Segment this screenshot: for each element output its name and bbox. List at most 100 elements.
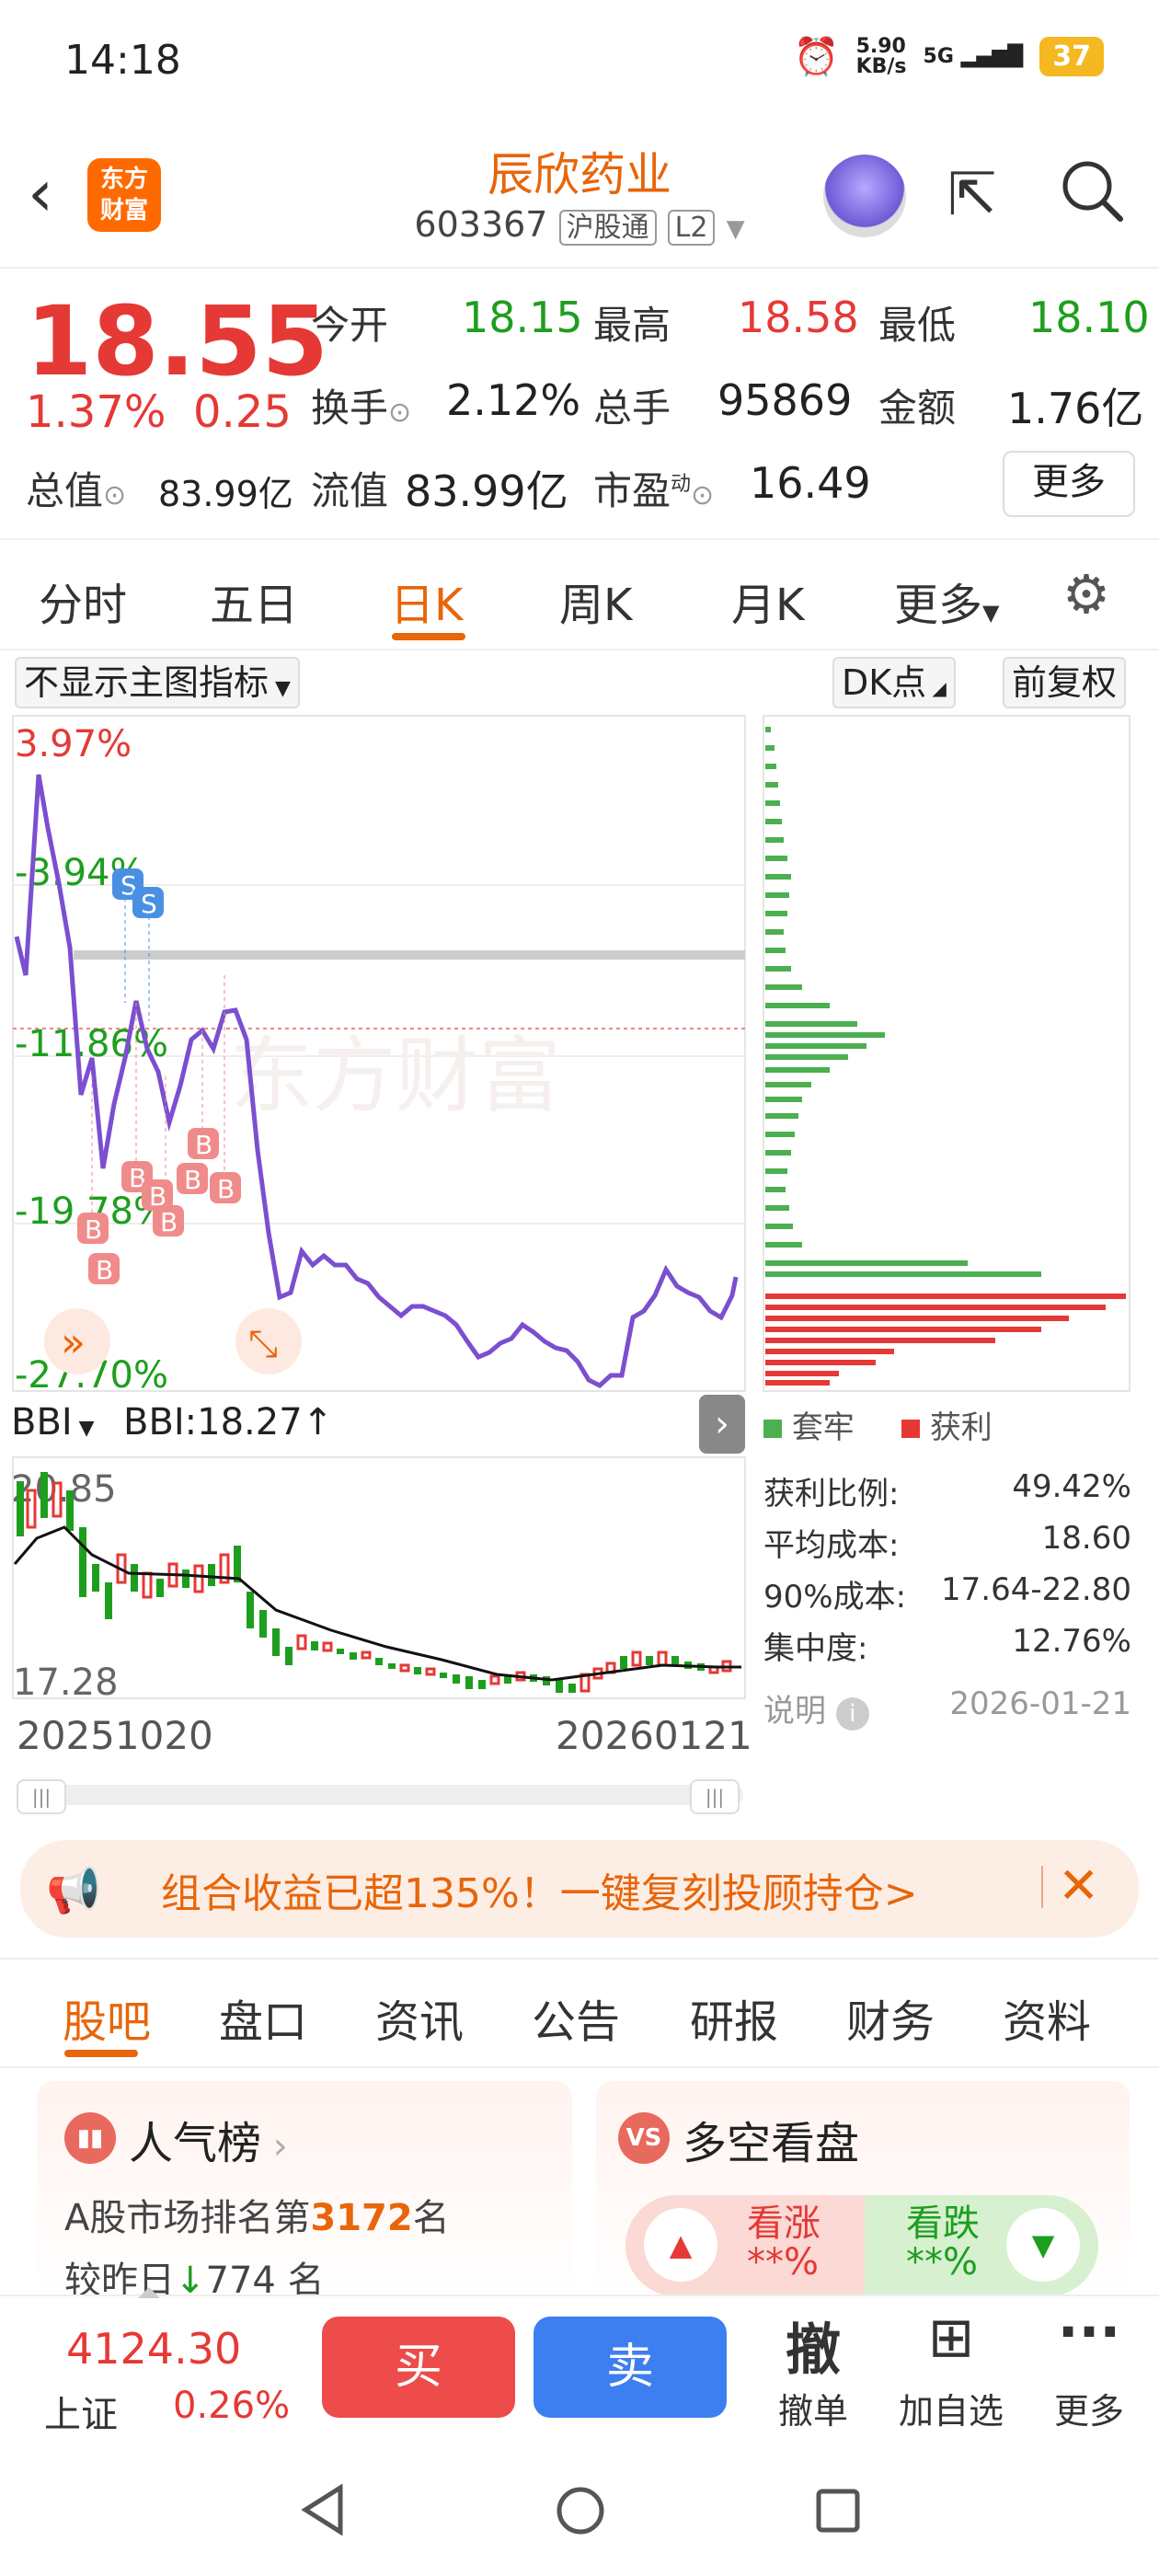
sell-marker: S	[141, 889, 157, 919]
chip-note[interactable]: 说明 i	[763, 1685, 869, 1731]
index-name[interactable]: 上证	[44, 2385, 118, 2438]
tab-week-k[interactable]: 周K	[559, 569, 632, 633]
tab-profile[interactable]: 资料	[1003, 1985, 1091, 2050]
bearish-label: 看跌 **%	[906, 2204, 980, 2282]
pe-label: 市盈动⊙	[593, 460, 714, 516]
chip-row-label: 平均成本:	[763, 1527, 900, 1564]
rank-prefix: A股市场排名第	[64, 2197, 311, 2239]
adjust-select[interactable]: 前复权	[1003, 657, 1127, 708]
net-speed: 5.90 KB/s	[855, 34, 907, 78]
double-chevron-icon: »	[61, 1319, 86, 1366]
tab-more[interactable]: 更多▼	[894, 569, 999, 633]
nav-home-icon[interactable]	[556, 2486, 605, 2539]
chip-row-value: 12.76%	[1012, 1623, 1131, 1660]
info-icon[interactable]: ⊙	[691, 479, 714, 512]
mktcap-label: 总值⊙	[26, 460, 126, 516]
nav-recents-icon[interactable]	[815, 2488, 861, 2537]
info-icon[interactable]: ⊙	[388, 397, 411, 429]
bbi-value: BBI:18.27↑	[123, 1401, 334, 1443]
index-change[interactable]: 0.26%	[173, 2385, 290, 2427]
pe-label-text: 市盈	[593, 468, 671, 513]
net-speed-unit: KB/s	[855, 54, 907, 78]
amount-value: 1.76亿	[1007, 384, 1144, 433]
chip-row-profit-ratio: 获利比例: 49.42%	[763, 1468, 1131, 1513]
tab-intraday[interactable]: 分时	[39, 569, 127, 633]
chip-row-label: 90%成本:	[763, 1579, 907, 1616]
chip-note-label: 说明	[763, 1693, 826, 1730]
search-icon[interactable]	[1058, 156, 1126, 239]
tab-month-k[interactable]: 月K	[731, 569, 804, 633]
sell-button[interactable]: 卖	[534, 2317, 727, 2418]
range-slider-right-handle[interactable]: |||	[690, 1779, 740, 1814]
signal-icon: 5G ▂▄▆█	[923, 45, 1024, 68]
amount-label: 金额	[878, 385, 957, 431]
dropdown-icon[interactable]: ▼	[727, 215, 745, 243]
alarm-icon: ⏰	[793, 36, 840, 78]
megaphone-icon: 📢	[46, 1865, 101, 1916]
popularity-title-text: 人气榜	[129, 2118, 262, 2169]
tab-finance[interactable]: 财务	[846, 1985, 935, 2050]
rank-value: 3172	[310, 2197, 413, 2239]
popularity-title: 人气榜 ›	[129, 2107, 288, 2171]
bullish-label: 看涨 **%	[747, 2204, 820, 2282]
dk-point-select[interactable]: DK点 ◢	[832, 657, 956, 708]
volume-label: 总手	[593, 385, 671, 431]
more-label[interactable]: 更多	[1025, 2383, 1153, 2433]
chip-date: 2026-01-21	[949, 1685, 1131, 1722]
chip-row-label: 获利比例:	[763, 1476, 900, 1512]
stock-code: 603367	[414, 204, 548, 245]
collapse-arrow-button[interactable]: ›	[699, 1395, 745, 1454]
buy-marker: B	[217, 1174, 235, 1204]
divider	[0, 649, 1159, 650]
add-watchlist-icon[interactable]: ⊞	[887, 2306, 1016, 2370]
tab-day-k[interactable]: 日K	[390, 569, 463, 633]
close-icon[interactable]: ✕	[1058, 1857, 1099, 1915]
cancel-order-label[interactable]: 撤单	[749, 2383, 878, 2433]
legend-swatch-red	[901, 1420, 920, 1438]
nav-back-icon[interactable]	[300, 2483, 346, 2539]
tab-forum[interactable]: 股吧	[63, 1985, 151, 2050]
more-dots-icon[interactable]: ···	[1025, 2300, 1153, 2364]
add-watchlist-label[interactable]: 加自选	[887, 2383, 1016, 2433]
gear-icon[interactable]: ⚙	[1062, 563, 1110, 626]
legend-swatch-green	[763, 1420, 782, 1438]
indicator-select[interactable]: 不显示主图指标 ▼	[15, 657, 300, 708]
hk-connect-tag: 沪股通	[558, 210, 657, 246]
svg-text:⤡: ⤡	[248, 1323, 278, 1365]
index-value[interactable]: 4124.30	[66, 2324, 241, 2374]
tab-orderbook[interactable]: 盘口	[219, 1985, 307, 2050]
bbi-select[interactable]: BBI ▼	[11, 1397, 95, 1448]
promo-banner-text[interactable]: 组合收益已超135%！一键复刻投顾持仓>	[161, 1860, 918, 1919]
rank-suffix: 名	[412, 2197, 450, 2239]
range-slider-left-handle[interactable]: |||	[17, 1779, 66, 1814]
date-end: 20260121	[556, 1713, 752, 1758]
cancel-order-icon[interactable]: 撤	[749, 2306, 878, 2386]
caret-up-icon	[138, 2287, 160, 2298]
share-icon[interactable]: ⇱	[947, 161, 997, 229]
chip-distribution-frame	[763, 715, 1130, 1392]
divider	[0, 267, 1159, 269]
bearish-value: **%	[906, 2241, 979, 2283]
tab-five-day[interactable]: 五日	[210, 569, 298, 633]
buy-button[interactable]: 买	[322, 2317, 515, 2418]
tab-announcements[interactable]: 公告	[532, 1985, 620, 2050]
assistant-robot-icon[interactable]	[823, 155, 906, 237]
triangle-up-icon: ▲	[644, 2208, 717, 2282]
info-icon[interactable]: ⊙	[103, 479, 126, 512]
low-label: 最低	[878, 303, 957, 348]
popularity-rank-line: A股市场排名第3172名	[64, 2188, 450, 2241]
turnover-value: 2.12%	[446, 375, 581, 425]
tab-research[interactable]: 研报	[690, 1985, 778, 2050]
float-label: 流值	[311, 468, 389, 513]
divider	[1041, 1866, 1043, 1908]
info-icon: i	[835, 1697, 869, 1731]
more-button[interactable]: 更多	[1003, 451, 1135, 517]
open-value: 18.15	[462, 293, 583, 342]
volume-value: 95869	[717, 375, 853, 425]
corner-icon: ◢	[926, 677, 947, 699]
range-slider-track[interactable]	[17, 1785, 743, 1805]
mktcap-value: 83.99亿	[158, 474, 293, 514]
turnover-label-text: 换手	[311, 385, 389, 431]
tab-news[interactable]: 资讯	[375, 1985, 464, 2050]
net-speed-value: 5.90	[855, 34, 906, 58]
